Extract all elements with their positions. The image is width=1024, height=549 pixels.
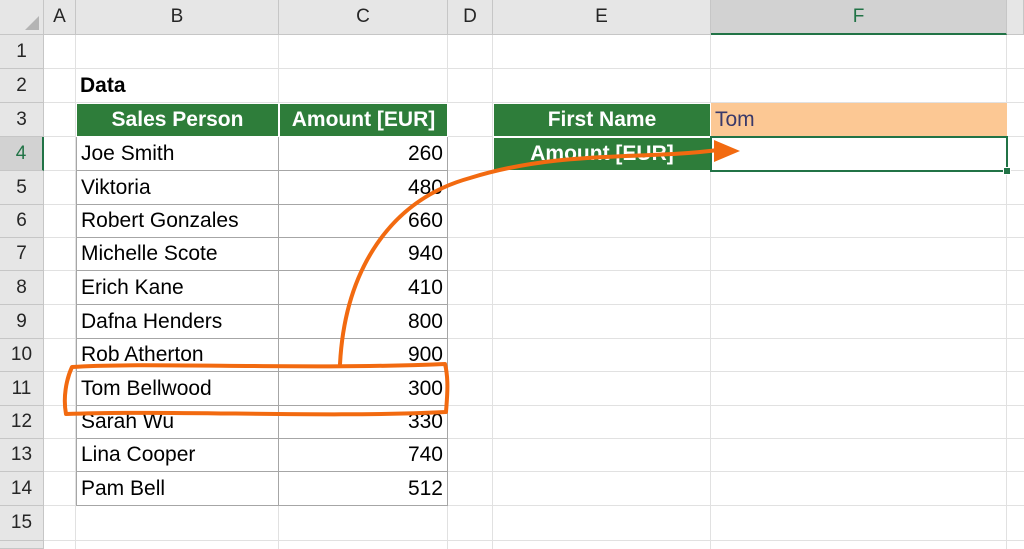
sales-person-cell[interactable]: Michelle Scote (76, 238, 279, 271)
sales-person-cell[interactable]: Viktoria (76, 171, 279, 205)
sales-person-cell[interactable]: Joe Smith (76, 137, 279, 171)
row-header-9[interactable]: 9 (0, 305, 44, 339)
column-header-e[interactable]: E (493, 0, 711, 35)
sales-person-cell[interactable]: Pam Bell (76, 472, 279, 506)
row-header-10[interactable]: 10 (0, 339, 44, 372)
amount-cell[interactable]: 900 (279, 339, 448, 372)
sales-person-cell[interactable]: Erich Kane (76, 271, 279, 305)
row-header-14[interactable]: 14 (0, 472, 44, 506)
column-header-f[interactable]: F (711, 0, 1007, 35)
first-name-input-cell[interactable]: Tom (711, 103, 1007, 137)
amount-cell[interactable]: 740 (279, 439, 448, 472)
amount-cell[interactable]: 800 (279, 305, 448, 339)
column-header-d[interactable]: D (448, 0, 493, 35)
sales-person-cell[interactable]: Rob Atherton (76, 339, 279, 372)
amount-cell[interactable]: 330 (279, 406, 448, 439)
amount-label-cell[interactable]: Amount [EUR] (493, 137, 711, 171)
sales-person-cell[interactable]: Robert Gonzales (76, 205, 279, 238)
sales-person-cell[interactable]: Lina Cooper (76, 439, 279, 472)
row-header-11[interactable]: 11 (0, 372, 44, 406)
row-header-2[interactable]: 2 (0, 69, 44, 103)
column-header-b[interactable]: B (76, 0, 279, 35)
row-header-3[interactable]: 3 (0, 103, 44, 137)
row-header-7[interactable]: 7 (0, 238, 44, 271)
data-label-cell[interactable]: Data (76, 69, 279, 103)
amount-cell[interactable]: 660 (279, 205, 448, 238)
amount-cell[interactable]: 512 (279, 472, 448, 506)
row-header-1[interactable]: 1 (0, 35, 44, 69)
first-name-label-cell[interactable]: First Name (493, 103, 711, 137)
amount-cell[interactable]: 940 (279, 238, 448, 271)
spreadsheet-grid: A B C D E F 1 2 3 4 5 6 7 8 9 10 11 12 1… (0, 0, 1024, 549)
header-amount-eur[interactable]: Amount [EUR] (279, 103, 448, 137)
column-header-a[interactable]: A (44, 0, 76, 35)
select-all-button[interactable] (0, 0, 44, 35)
select-all-triangle-icon (25, 16, 39, 30)
header-sales-person[interactable]: Sales Person (76, 103, 279, 137)
active-cell-selection[interactable] (710, 136, 1008, 172)
fill-handle[interactable] (1003, 167, 1011, 175)
row-header-8[interactable]: 8 (0, 271, 44, 305)
amount-cell[interactable]: 410 (279, 271, 448, 305)
column-header-c[interactable]: C (279, 0, 448, 35)
row-header-12[interactable]: 12 (0, 406, 44, 439)
row-header-4[interactable]: 4 (0, 137, 44, 171)
row-header-6[interactable]: 6 (0, 205, 44, 238)
row-header-16[interactable] (0, 541, 44, 549)
amount-cell[interactable]: 480 (279, 171, 448, 205)
sales-person-cell[interactable]: Tom Bellwood (76, 372, 279, 406)
column-header-g[interactable] (1007, 0, 1024, 35)
row-header-15[interactable]: 15 (0, 506, 44, 541)
amount-cell[interactable]: 260 (279, 137, 448, 171)
row-header-13[interactable]: 13 (0, 439, 44, 472)
gridline (44, 540, 1024, 541)
amount-cell[interactable]: 300 (279, 372, 448, 406)
row-header-5[interactable]: 5 (0, 171, 44, 205)
sales-person-cell[interactable]: Dafna Henders (76, 305, 279, 339)
sales-person-cell[interactable]: Sarah Wu (76, 406, 279, 439)
